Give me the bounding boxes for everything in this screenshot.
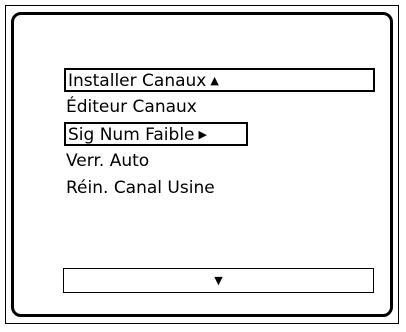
menu-item-label: Installer Canaux [68, 71, 207, 91]
menu-item-label: Verr. Auto [66, 151, 150, 171]
menu-item-sig-num-faible[interactable]: Sig Num Faible ▶ [64, 122, 248, 146]
menu-item-editeur-canaux[interactable]: Éditeur Canaux [64, 96, 197, 120]
menu-item-label: Sig Num Faible [68, 125, 195, 145]
menu-item-label: Réin. Canal Usine [66, 178, 215, 198]
scroll-up-icon: ▲ [210, 74, 219, 87]
menu-item-verr-auto[interactable]: Verr. Auto [64, 150, 149, 174]
submenu-arrow-icon: ▶ [198, 128, 207, 141]
menu-item-label: Éditeur Canaux [66, 97, 197, 117]
menu-item-installer-canaux[interactable]: Installer Canaux ▲ [64, 68, 375, 92]
scroll-down-button[interactable]: ▼ [63, 268, 374, 293]
menu-item-rein-canal-usine[interactable]: Réin. Canal Usine [64, 177, 215, 201]
chevron-down-icon: ▼ [214, 274, 223, 287]
